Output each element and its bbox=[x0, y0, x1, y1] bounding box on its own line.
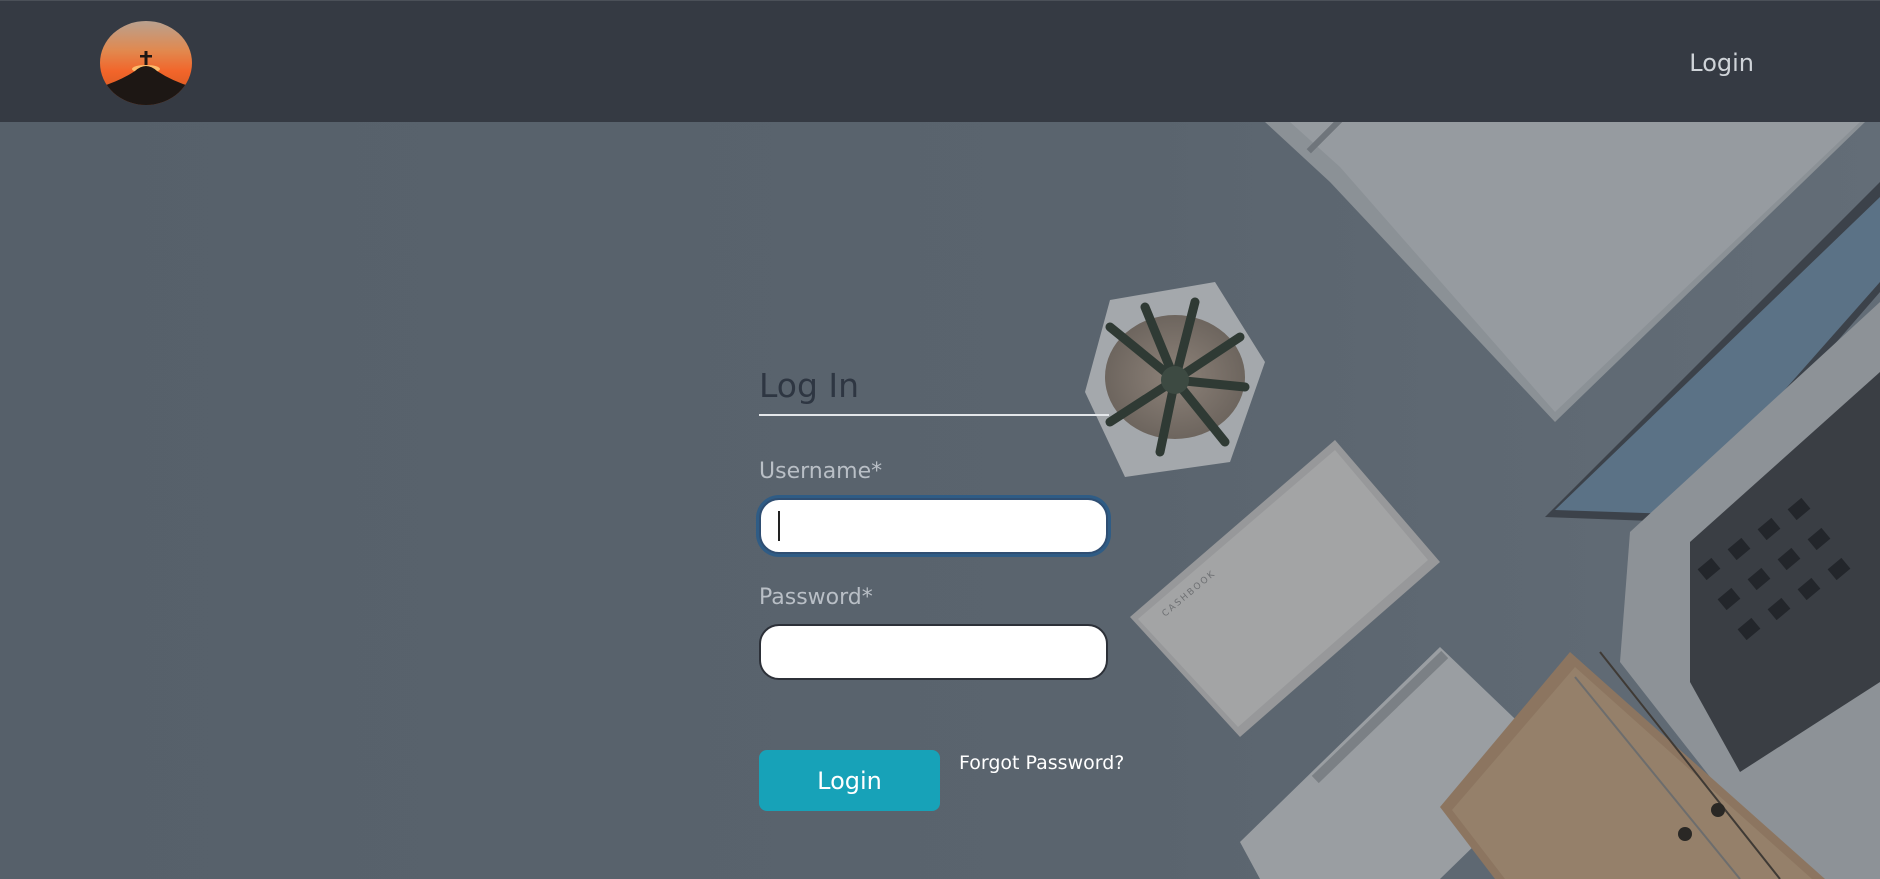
top-navbar: Login bbox=[0, 0, 1880, 122]
login-button[interactable]: Login bbox=[759, 750, 940, 811]
password-field[interactable] bbox=[759, 624, 1108, 680]
login-form: Log In Username* Password* Login Forgot … bbox=[759, 362, 1124, 812]
nav-login-link[interactable]: Login bbox=[1689, 49, 1754, 77]
forgot-password-link[interactable]: Forgot Password? bbox=[959, 752, 1124, 774]
page-title: Log In bbox=[759, 366, 860, 405]
username-label: Username* bbox=[759, 459, 883, 484]
text-caret bbox=[778, 511, 780, 541]
form-actions: Login Forgot Password? bbox=[759, 750, 1124, 812]
username-field[interactable] bbox=[759, 498, 1108, 554]
hilltop-cross-sunset-icon[interactable] bbox=[100, 21, 192, 105]
username-field-wrapper bbox=[759, 498, 1108, 554]
password-field-wrapper bbox=[759, 624, 1108, 680]
password-label: Password* bbox=[759, 585, 873, 610]
title-divider bbox=[759, 414, 1109, 416]
